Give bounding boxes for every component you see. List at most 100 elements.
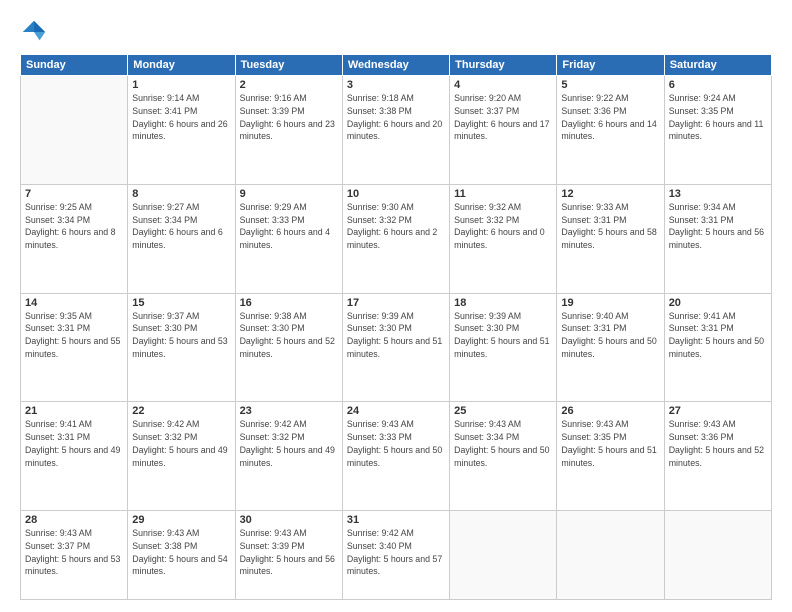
calendar-day-cell: 4Sunrise: 9:20 AM Sunset: 3:37 PM Daylig…: [450, 76, 557, 185]
day-info: Sunrise: 9:33 AM Sunset: 3:31 PM Dayligh…: [561, 201, 659, 252]
calendar-day-cell: 6Sunrise: 9:24 AM Sunset: 3:35 PM Daylig…: [664, 76, 771, 185]
calendar-day-cell: 12Sunrise: 9:33 AM Sunset: 3:31 PM Dayli…: [557, 184, 664, 293]
day-number: 28: [25, 514, 123, 526]
day-info: Sunrise: 9:24 AM Sunset: 3:35 PM Dayligh…: [669, 92, 767, 143]
calendar-table: SundayMondayTuesdayWednesdayThursdayFrid…: [20, 54, 772, 600]
calendar-day-cell: [21, 76, 128, 185]
day-number: 21: [25, 405, 123, 417]
calendar-day-cell: 19Sunrise: 9:40 AM Sunset: 3:31 PM Dayli…: [557, 293, 664, 402]
day-info: Sunrise: 9:43 AM Sunset: 3:33 PM Dayligh…: [347, 418, 445, 469]
calendar-day-cell: 20Sunrise: 9:41 AM Sunset: 3:31 PM Dayli…: [664, 293, 771, 402]
day-info: Sunrise: 9:43 AM Sunset: 3:37 PM Dayligh…: [25, 527, 123, 578]
calendar-day-header: Thursday: [450, 55, 557, 76]
day-number: 20: [669, 297, 767, 309]
day-number: 2: [240, 79, 338, 91]
day-info: Sunrise: 9:41 AM Sunset: 3:31 PM Dayligh…: [669, 310, 767, 361]
calendar-week-row: 14Sunrise: 9:35 AM Sunset: 3:31 PM Dayli…: [21, 293, 772, 402]
calendar-day-cell: 3Sunrise: 9:18 AM Sunset: 3:38 PM Daylig…: [342, 76, 449, 185]
day-info: Sunrise: 9:16 AM Sunset: 3:39 PM Dayligh…: [240, 92, 338, 143]
page: SundayMondayTuesdayWednesdayThursdayFrid…: [0, 0, 792, 612]
day-info: Sunrise: 9:25 AM Sunset: 3:34 PM Dayligh…: [25, 201, 123, 252]
header: [20, 18, 772, 46]
calendar-week-row: 21Sunrise: 9:41 AM Sunset: 3:31 PM Dayli…: [21, 402, 772, 511]
calendar-day-cell: 16Sunrise: 9:38 AM Sunset: 3:30 PM Dayli…: [235, 293, 342, 402]
day-info: Sunrise: 9:34 AM Sunset: 3:31 PM Dayligh…: [669, 201, 767, 252]
day-info: Sunrise: 9:43 AM Sunset: 3:34 PM Dayligh…: [454, 418, 552, 469]
calendar-day-cell: 25Sunrise: 9:43 AM Sunset: 3:34 PM Dayli…: [450, 402, 557, 511]
calendar-day-header: Wednesday: [342, 55, 449, 76]
day-number: 14: [25, 297, 123, 309]
day-info: Sunrise: 9:27 AM Sunset: 3:34 PM Dayligh…: [132, 201, 230, 252]
calendar-day-cell: 14Sunrise: 9:35 AM Sunset: 3:31 PM Dayli…: [21, 293, 128, 402]
calendar-day-cell: 10Sunrise: 9:30 AM Sunset: 3:32 PM Dayli…: [342, 184, 449, 293]
day-info: Sunrise: 9:29 AM Sunset: 3:33 PM Dayligh…: [240, 201, 338, 252]
day-number: 10: [347, 188, 445, 200]
calendar-day-cell: [450, 511, 557, 600]
calendar-day-cell: 17Sunrise: 9:39 AM Sunset: 3:30 PM Dayli…: [342, 293, 449, 402]
day-number: 8: [132, 188, 230, 200]
day-number: 3: [347, 79, 445, 91]
calendar-header-row: SundayMondayTuesdayWednesdayThursdayFrid…: [21, 55, 772, 76]
calendar-day-header: Friday: [557, 55, 664, 76]
day-number: 18: [454, 297, 552, 309]
calendar-day-cell: 18Sunrise: 9:39 AM Sunset: 3:30 PM Dayli…: [450, 293, 557, 402]
calendar-day-cell: [664, 511, 771, 600]
day-number: 4: [454, 79, 552, 91]
day-info: Sunrise: 9:22 AM Sunset: 3:36 PM Dayligh…: [561, 92, 659, 143]
day-number: 7: [25, 188, 123, 200]
day-info: Sunrise: 9:42 AM Sunset: 3:32 PM Dayligh…: [240, 418, 338, 469]
calendar-day-cell: 30Sunrise: 9:43 AM Sunset: 3:39 PM Dayli…: [235, 511, 342, 600]
day-info: Sunrise: 9:35 AM Sunset: 3:31 PM Dayligh…: [25, 310, 123, 361]
calendar-day-cell: 9Sunrise: 9:29 AM Sunset: 3:33 PM Daylig…: [235, 184, 342, 293]
calendar-day-cell: 11Sunrise: 9:32 AM Sunset: 3:32 PM Dayli…: [450, 184, 557, 293]
day-number: 19: [561, 297, 659, 309]
day-info: Sunrise: 9:14 AM Sunset: 3:41 PM Dayligh…: [132, 92, 230, 143]
day-info: Sunrise: 9:30 AM Sunset: 3:32 PM Dayligh…: [347, 201, 445, 252]
day-number: 23: [240, 405, 338, 417]
day-number: 17: [347, 297, 445, 309]
day-info: Sunrise: 9:37 AM Sunset: 3:30 PM Dayligh…: [132, 310, 230, 361]
day-number: 22: [132, 405, 230, 417]
calendar-day-cell: 5Sunrise: 9:22 AM Sunset: 3:36 PM Daylig…: [557, 76, 664, 185]
day-number: 5: [561, 79, 659, 91]
day-number: 25: [454, 405, 552, 417]
calendar-day-cell: 8Sunrise: 9:27 AM Sunset: 3:34 PM Daylig…: [128, 184, 235, 293]
day-number: 15: [132, 297, 230, 309]
calendar-day-cell: 1Sunrise: 9:14 AM Sunset: 3:41 PM Daylig…: [128, 76, 235, 185]
day-info: Sunrise: 9:32 AM Sunset: 3:32 PM Dayligh…: [454, 201, 552, 252]
day-number: 9: [240, 188, 338, 200]
day-number: 24: [347, 405, 445, 417]
calendar-day-header: Monday: [128, 55, 235, 76]
day-info: Sunrise: 9:39 AM Sunset: 3:30 PM Dayligh…: [347, 310, 445, 361]
day-info: Sunrise: 9:42 AM Sunset: 3:32 PM Dayligh…: [132, 418, 230, 469]
logo-icon: [20, 18, 48, 46]
calendar-day-header: Sunday: [21, 55, 128, 76]
calendar-day-cell: 7Sunrise: 9:25 AM Sunset: 3:34 PM Daylig…: [21, 184, 128, 293]
day-info: Sunrise: 9:39 AM Sunset: 3:30 PM Dayligh…: [454, 310, 552, 361]
day-info: Sunrise: 9:20 AM Sunset: 3:37 PM Dayligh…: [454, 92, 552, 143]
day-info: Sunrise: 9:43 AM Sunset: 3:35 PM Dayligh…: [561, 418, 659, 469]
day-number: 30: [240, 514, 338, 526]
calendar-day-cell: 21Sunrise: 9:41 AM Sunset: 3:31 PM Dayli…: [21, 402, 128, 511]
calendar-day-cell: 27Sunrise: 9:43 AM Sunset: 3:36 PM Dayli…: [664, 402, 771, 511]
day-number: 29: [132, 514, 230, 526]
day-number: 16: [240, 297, 338, 309]
calendar-day-cell: [557, 511, 664, 600]
day-info: Sunrise: 9:43 AM Sunset: 3:36 PM Dayligh…: [669, 418, 767, 469]
calendar-day-cell: 29Sunrise: 9:43 AM Sunset: 3:38 PM Dayli…: [128, 511, 235, 600]
day-number: 31: [347, 514, 445, 526]
day-number: 12: [561, 188, 659, 200]
logo: [20, 18, 52, 46]
day-info: Sunrise: 9:40 AM Sunset: 3:31 PM Dayligh…: [561, 310, 659, 361]
day-info: Sunrise: 9:42 AM Sunset: 3:40 PM Dayligh…: [347, 527, 445, 578]
day-info: Sunrise: 9:41 AM Sunset: 3:31 PM Dayligh…: [25, 418, 123, 469]
calendar-week-row: 7Sunrise: 9:25 AM Sunset: 3:34 PM Daylig…: [21, 184, 772, 293]
calendar-day-cell: 22Sunrise: 9:42 AM Sunset: 3:32 PM Dayli…: [128, 402, 235, 511]
day-info: Sunrise: 9:38 AM Sunset: 3:30 PM Dayligh…: [240, 310, 338, 361]
calendar-day-header: Saturday: [664, 55, 771, 76]
calendar-week-row: 28Sunrise: 9:43 AM Sunset: 3:37 PM Dayli…: [21, 511, 772, 600]
calendar-day-cell: 24Sunrise: 9:43 AM Sunset: 3:33 PM Dayli…: [342, 402, 449, 511]
calendar-day-cell: 13Sunrise: 9:34 AM Sunset: 3:31 PM Dayli…: [664, 184, 771, 293]
calendar-day-cell: 15Sunrise: 9:37 AM Sunset: 3:30 PM Dayli…: [128, 293, 235, 402]
day-info: Sunrise: 9:18 AM Sunset: 3:38 PM Dayligh…: [347, 92, 445, 143]
